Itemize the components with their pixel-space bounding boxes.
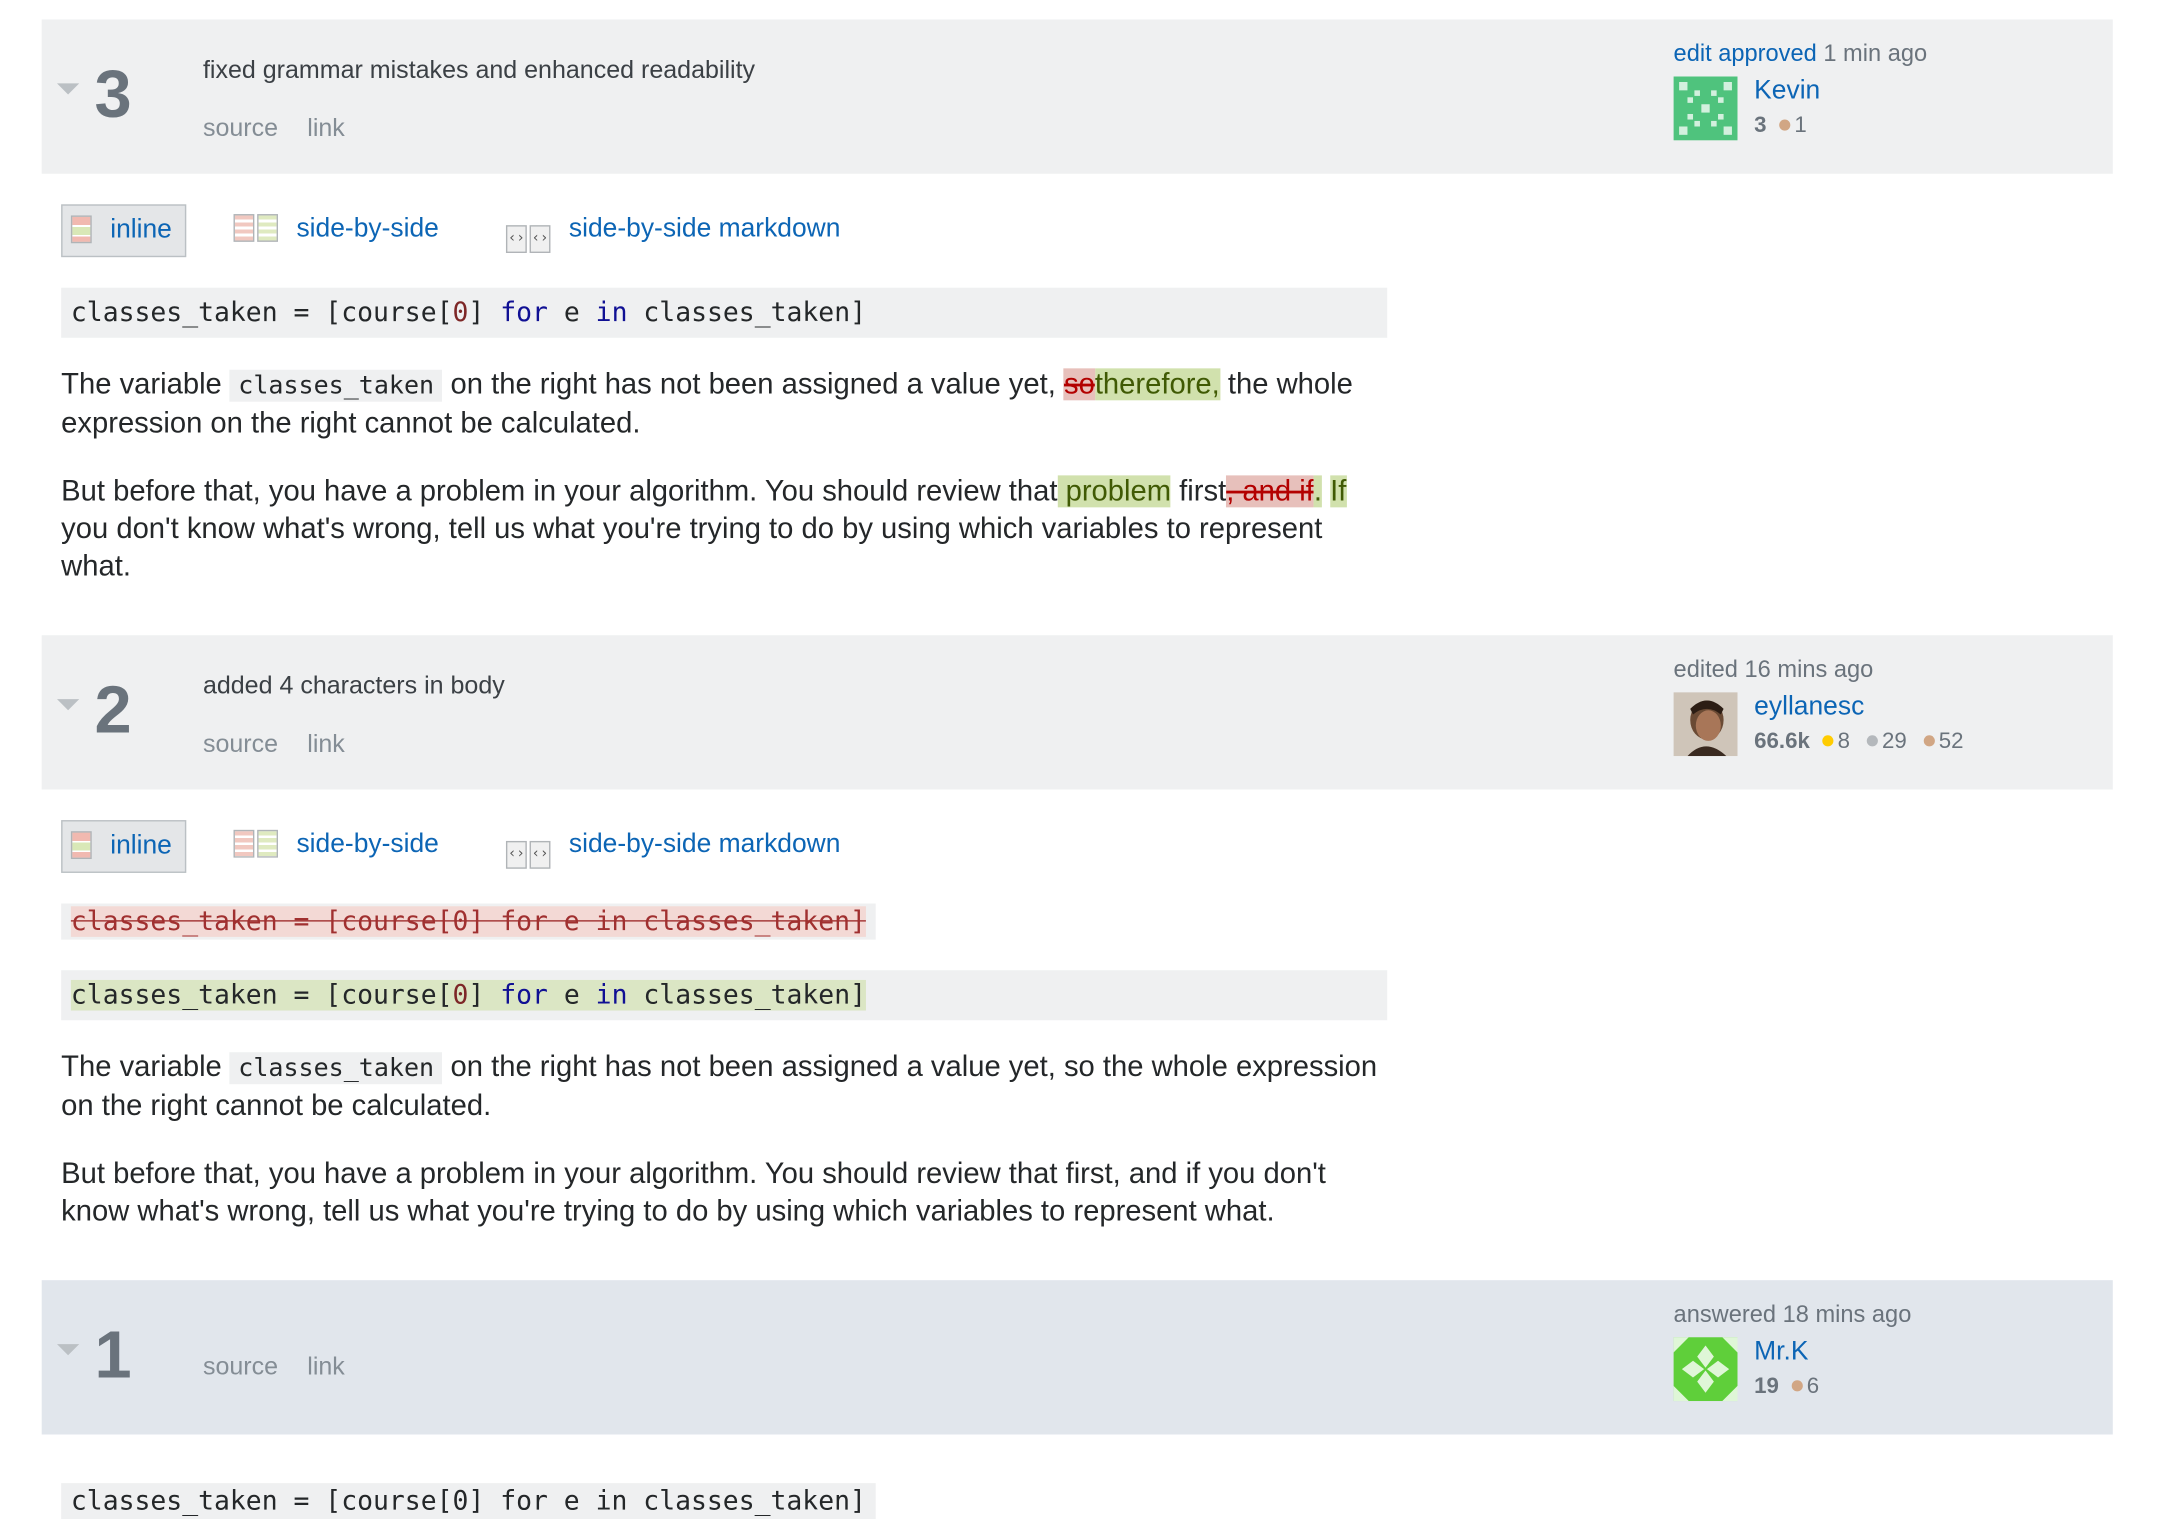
user-name[interactable]: eyllanesc bbox=[1754, 692, 1864, 723]
side-by-side-icon bbox=[233, 214, 255, 242]
inline-diff-icon bbox=[70, 215, 92, 244]
inserted-text: problem bbox=[1057, 475, 1172, 508]
deleted-text: so bbox=[1063, 368, 1095, 401]
revision-2-header: 2 added 4 characters in body source link… bbox=[41, 635, 2113, 790]
collapse-arrow-icon[interactable] bbox=[56, 83, 80, 95]
inline-code: classes_taken bbox=[229, 369, 443, 402]
paragraph-1: The variable classes_taken on the right … bbox=[61, 368, 1353, 440]
inline-diff-icon bbox=[70, 831, 92, 860]
avatar[interactable] bbox=[1673, 76, 1738, 141]
revision-1-header: 1 source link answered 18 mins ago Mr.K … bbox=[41, 1280, 2113, 1435]
tab-inline[interactable]: inline bbox=[61, 820, 186, 873]
revision-1-body: classes_taken = [course[0] for e in clas… bbox=[0, 1434, 2170, 1519]
silver-badge-icon bbox=[1866, 735, 1878, 747]
source-link[interactable]: source bbox=[203, 1352, 278, 1380]
revision-number: 2 bbox=[94, 674, 132, 748]
gold-badge-icon bbox=[1822, 735, 1834, 747]
revision-action: edited bbox=[1673, 656, 1738, 683]
revision-number: 3 bbox=[94, 58, 132, 133]
paragraph-1: The variable classes_taken on the right … bbox=[61, 1050, 1378, 1122]
markdown-diff-icon: ‹› bbox=[505, 225, 527, 253]
revision-action: answered bbox=[1673, 1301, 1777, 1328]
collapse-arrow-icon[interactable] bbox=[56, 1344, 80, 1356]
collapse-arrow-icon[interactable] bbox=[56, 699, 80, 711]
edit-approved-link[interactable]: edit approved bbox=[1674, 40, 1817, 66]
inserted-code-block: classes_taken = [course[0] for e in clas… bbox=[61, 970, 1388, 1021]
revision-links: source link bbox=[203, 1352, 345, 1381]
avatar[interactable] bbox=[1673, 1337, 1738, 1402]
inline-code: classes_taken bbox=[229, 1052, 443, 1085]
avatar[interactable] bbox=[1673, 692, 1738, 757]
revision-time: 16 mins ago bbox=[1744, 656, 1874, 683]
revision-3-header: 3 fixed grammar mistakes and enhanced re… bbox=[41, 19, 2113, 174]
tab-inline[interactable]: inline bbox=[61, 204, 186, 258]
user-name[interactable]: Kevin bbox=[1754, 76, 1820, 107]
user-reputation: 31 bbox=[1754, 113, 1807, 138]
revision-3-body: inline side-by-side ‹› ‹› side-by-side ma… bbox=[0, 174, 2170, 635]
bronze-badge-icon bbox=[1779, 119, 1791, 132]
user-name[interactable]: Mr.K bbox=[1754, 1337, 1808, 1368]
tab-side-by-side[interactable]: side-by-side bbox=[233, 820, 439, 870]
paragraph-2: But before that, you have a problem in y… bbox=[61, 475, 1347, 583]
inserted-text: . bbox=[1313, 475, 1322, 508]
revision-user-card: edited 16 mins ago eyllanesc 66.6k 8 29 52 bbox=[1673, 656, 1963, 757]
inserted-text: therefore, bbox=[1094, 368, 1220, 401]
deleted-text: , and if bbox=[1226, 475, 1314, 508]
code-block: classes_taken = [course[0] for e in clas… bbox=[61, 1483, 876, 1519]
tab-side-by-side-markdown[interactable]: ‹› ‹› side-by-side markdown bbox=[505, 204, 840, 254]
inserted-text: If bbox=[1330, 475, 1347, 508]
markdown-diff-icon: ‹› bbox=[505, 840, 527, 869]
code-block: classes_taken = [course[0] for e in clas… bbox=[61, 287, 1388, 338]
permalink[interactable]: link bbox=[307, 1352, 345, 1380]
revision-links: source link bbox=[203, 114, 345, 143]
source-link[interactable]: source bbox=[203, 114, 278, 142]
deleted-code-block: classes_taken = [course[0] for e in clas… bbox=[61, 903, 876, 940]
diff-view-tabs: inline side-by-side ‹› ‹› side-by-side ma… bbox=[0, 790, 2170, 904]
side-by-side-icon bbox=[233, 829, 255, 858]
user-reputation: 66.6k 8 29 52 bbox=[1754, 729, 1964, 754]
user-reputation: 19 6 bbox=[1754, 1374, 1820, 1399]
tab-side-by-side-markdown[interactable]: ‹› ‹› side-by-side markdown bbox=[505, 820, 840, 870]
revision-number: 1 bbox=[94, 1319, 132, 1393]
revision-2-body: inline side-by-side ‹› ‹› side-by-side ma… bbox=[0, 790, 2170, 1281]
revision-user-card: answered 18 mins ago Mr.K 19 6 bbox=[1673, 1301, 1912, 1402]
bronze-badge-icon bbox=[1923, 735, 1935, 747]
source-link[interactable]: source bbox=[203, 730, 278, 758]
revision-user-card: edit approved 1 min ago Kevin 3 1 bbox=[1673, 40, 1928, 141]
revision-comment: fixed grammar mistakes and enhanced read… bbox=[202, 55, 756, 84]
revision-comment: added 4 characters in body bbox=[202, 671, 505, 700]
revision-links: source link bbox=[203, 730, 345, 759]
diff-view-tabs: inline side-by-side ‹› ‹› side-by-side ma… bbox=[0, 174, 2170, 288]
revision-time: 1 min ago bbox=[1823, 40, 1928, 67]
permalink[interactable]: link bbox=[307, 730, 345, 758]
tab-side-by-side[interactable]: side-by-side bbox=[233, 204, 439, 254]
paragraph-2: But before that, you have a problem in y… bbox=[61, 1157, 1326, 1228]
revision-time: 18 mins ago bbox=[1782, 1301, 1912, 1328]
bronze-badge-icon bbox=[1791, 1380, 1803, 1392]
permalink[interactable]: link bbox=[307, 114, 345, 142]
